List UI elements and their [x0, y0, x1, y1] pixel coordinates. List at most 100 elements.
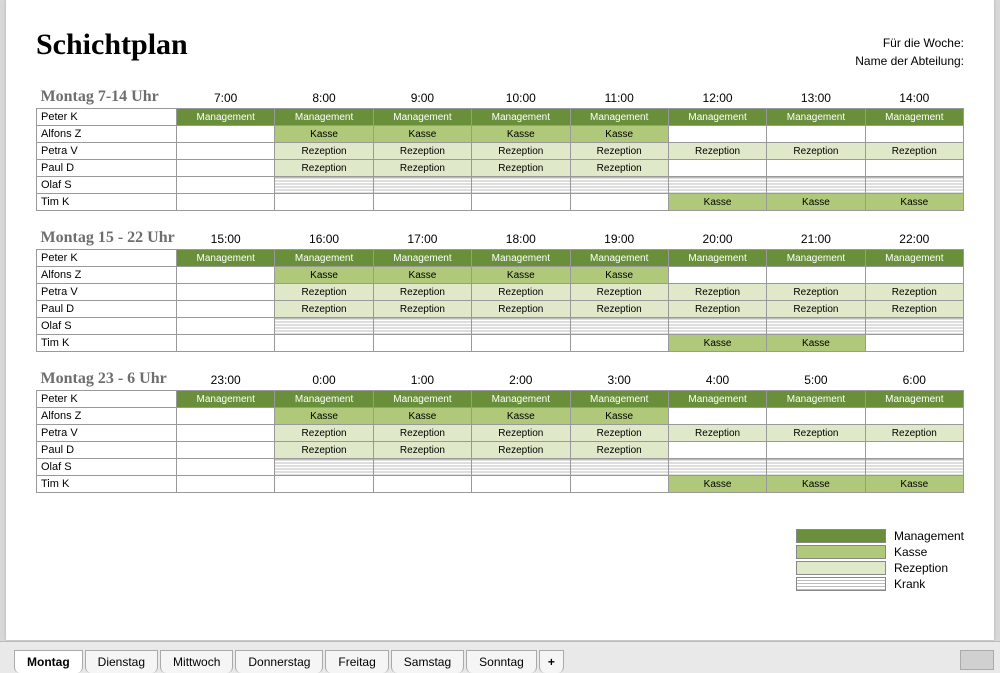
shift-cell[interactable]	[668, 267, 766, 284]
shift-cell[interactable]	[865, 267, 963, 284]
shift-cell[interactable]: Kasse	[668, 194, 766, 211]
shift-cell[interactable]: Rezeption	[373, 160, 471, 177]
shift-cell[interactable]	[275, 335, 373, 352]
shift-cell[interactable]: Management	[570, 250, 668, 267]
shift-cell[interactable]: Rezeption	[275, 160, 373, 177]
sheet-tab[interactable]: Samstag	[391, 650, 464, 673]
shift-cell[interactable]: Management	[668, 391, 766, 408]
shift-cell[interactable]: Management	[865, 391, 963, 408]
shift-cell[interactable]: Kasse	[275, 408, 373, 425]
shift-cell[interactable]	[275, 177, 373, 194]
shift-cell[interactable]: Kasse	[865, 476, 963, 493]
shift-cell[interactable]: Rezeption	[865, 425, 963, 442]
shift-cell[interactable]: Rezeption	[668, 284, 766, 301]
shift-cell[interactable]	[373, 476, 471, 493]
sheet-tab[interactable]: Dienstag	[85, 650, 158, 673]
shift-cell[interactable]	[177, 301, 275, 318]
shift-cell[interactable]: Kasse	[472, 126, 570, 143]
shift-cell[interactable]: Kasse	[570, 126, 668, 143]
shift-cell[interactable]: Management	[373, 391, 471, 408]
shift-cell[interactable]: Rezeption	[472, 442, 570, 459]
shift-cell[interactable]	[373, 318, 471, 335]
shift-cell[interactable]: Rezeption	[275, 442, 373, 459]
shift-cell[interactable]: Management	[177, 391, 275, 408]
shift-cell[interactable]	[177, 160, 275, 177]
shift-cell[interactable]: Kasse	[275, 126, 373, 143]
shift-cell[interactable]	[570, 318, 668, 335]
shift-cell[interactable]	[668, 177, 766, 194]
shift-cell[interactable]: Management	[472, 250, 570, 267]
shift-cell[interactable]: Rezeption	[373, 442, 471, 459]
shift-cell[interactable]: Rezeption	[275, 143, 373, 160]
shift-cell[interactable]	[472, 194, 570, 211]
shift-cell[interactable]: Rezeption	[373, 301, 471, 318]
shift-cell[interactable]: Rezeption	[570, 160, 668, 177]
sheet-tab[interactable]: Freitag	[325, 650, 388, 673]
shift-cell[interactable]	[177, 425, 275, 442]
shift-cell[interactable]: Kasse	[472, 267, 570, 284]
shift-cell[interactable]	[275, 459, 373, 476]
shift-cell[interactable]	[570, 177, 668, 194]
shift-cell[interactable]	[275, 476, 373, 493]
shift-cell[interactable]	[570, 476, 668, 493]
shift-cell[interactable]	[668, 408, 766, 425]
shift-cell[interactable]	[865, 442, 963, 459]
sheet-tab[interactable]: Sonntag	[466, 650, 537, 673]
shift-cell[interactable]	[668, 160, 766, 177]
shift-cell[interactable]: Rezeption	[865, 284, 963, 301]
shift-cell[interactable]	[570, 459, 668, 476]
shift-cell[interactable]	[177, 177, 275, 194]
shift-cell[interactable]	[373, 177, 471, 194]
shift-cell[interactable]	[373, 335, 471, 352]
shift-cell[interactable]: Kasse	[865, 194, 963, 211]
shift-cell[interactable]: Rezeption	[472, 425, 570, 442]
shift-cell[interactable]	[767, 177, 865, 194]
shift-cell[interactable]	[177, 284, 275, 301]
shift-cell[interactable]: Rezeption	[767, 143, 865, 160]
shift-cell[interactable]: Rezeption	[373, 143, 471, 160]
shift-cell[interactable]: Kasse	[570, 267, 668, 284]
shift-cell[interactable]	[177, 476, 275, 493]
shift-cell[interactable]	[177, 318, 275, 335]
shift-cell[interactable]	[177, 267, 275, 284]
shift-cell[interactable]	[865, 160, 963, 177]
scroll-stub[interactable]	[960, 650, 994, 670]
shift-cell[interactable]: Management	[767, 109, 865, 126]
shift-cell[interactable]	[373, 459, 471, 476]
shift-cell[interactable]	[275, 194, 373, 211]
shift-cell[interactable]: Rezeption	[472, 284, 570, 301]
shift-cell[interactable]: Management	[275, 391, 373, 408]
shift-cell[interactable]: Management	[865, 250, 963, 267]
shift-cell[interactable]: Management	[668, 250, 766, 267]
shift-cell[interactable]	[177, 408, 275, 425]
shift-cell[interactable]	[275, 318, 373, 335]
shift-cell[interactable]: Kasse	[668, 335, 766, 352]
shift-cell[interactable]	[865, 335, 963, 352]
shift-cell[interactable]: Kasse	[767, 335, 865, 352]
sheet-tab[interactable]: Donnerstag	[235, 650, 323, 673]
shift-cell[interactable]: Management	[570, 391, 668, 408]
shift-cell[interactable]	[177, 143, 275, 160]
shift-cell[interactable]	[177, 194, 275, 211]
shift-cell[interactable]: Management	[570, 109, 668, 126]
shift-cell[interactable]	[472, 335, 570, 352]
shift-cell[interactable]	[373, 194, 471, 211]
shift-cell[interactable]: Rezeption	[472, 160, 570, 177]
shift-cell[interactable]	[570, 335, 668, 352]
shift-cell[interactable]	[177, 459, 275, 476]
shift-cell[interactable]: Management	[373, 250, 471, 267]
shift-cell[interactable]: Kasse	[373, 408, 471, 425]
shift-cell[interactable]: Management	[767, 391, 865, 408]
shift-cell[interactable]: Management	[767, 250, 865, 267]
shift-cell[interactable]	[177, 442, 275, 459]
shift-cell[interactable]	[472, 177, 570, 194]
shift-cell[interactable]	[472, 476, 570, 493]
shift-cell[interactable]: Kasse	[373, 126, 471, 143]
shift-cell[interactable]	[767, 408, 865, 425]
shift-cell[interactable]: Rezeption	[668, 143, 766, 160]
shift-cell[interactable]: Rezeption	[373, 425, 471, 442]
shift-cell[interactable]: Rezeption	[865, 301, 963, 318]
shift-cell[interactable]: Rezeption	[275, 301, 373, 318]
shift-cell[interactable]: Rezeption	[275, 284, 373, 301]
shift-cell[interactable]	[865, 126, 963, 143]
